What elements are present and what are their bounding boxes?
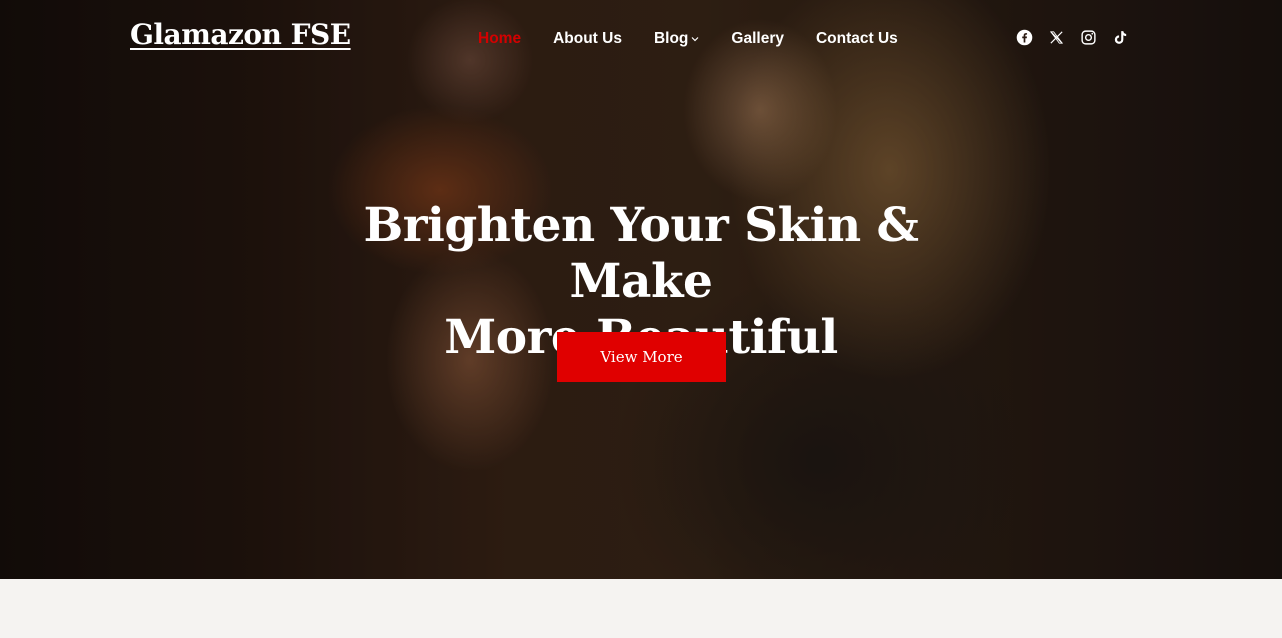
social-links: [1014, 27, 1142, 47]
nav-item-blog-label: Blog: [653, 30, 689, 47]
nav-item-home[interactable]: Home: [478, 30, 521, 48]
nav-item-blog[interactable]: Blog: [654, 30, 699, 48]
hero-headline-line-1: Brighten Your Skin & Make: [363, 198, 919, 309]
instagram-icon[interactable]: [1078, 27, 1098, 47]
hero-section: Glamazon FSE Home About Us Blog Gallery …: [0, 0, 1282, 579]
main-nav: Home About Us Blog Gallery Contact Us: [478, 30, 930, 48]
facebook-icon[interactable]: [1014, 27, 1034, 47]
site-title[interactable]: Glamazon FSE: [130, 18, 351, 51]
nav-item-about-us[interactable]: About Us: [553, 30, 622, 48]
tiktok-icon[interactable]: [1110, 27, 1130, 47]
content-area: [0, 579, 1282, 638]
nav-item-contact-us[interactable]: Contact Us: [816, 30, 898, 48]
nav-item-gallery[interactable]: Gallery: [731, 30, 784, 48]
x-icon[interactable]: [1046, 27, 1066, 47]
chevron-down-icon: [691, 37, 699, 42]
view-more-button[interactable]: View More: [557, 332, 726, 382]
